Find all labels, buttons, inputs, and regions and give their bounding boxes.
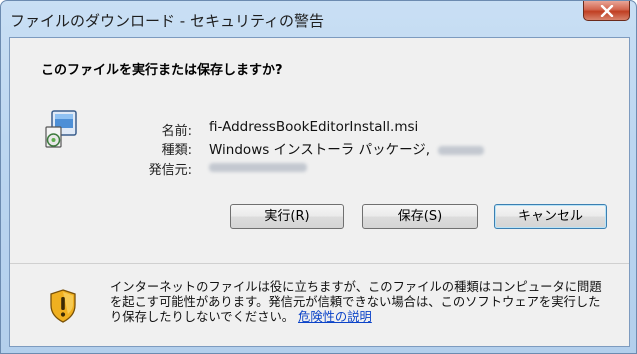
save-button[interactable]: 保存(S): [362, 204, 478, 229]
name-label: 名前:: [161, 124, 192, 139]
run-button[interactable]: 実行(R): [230, 204, 344, 229]
warning-pane: インターネットのファイルは役に立ちますが、このファイルの種類はコンピュータに問題…: [10, 264, 629, 346]
warning-message: インターネットのファイルは役に立ちますが、このファイルの種類はコンピュータに問題…: [110, 280, 610, 325]
close-button[interactable]: [583, 1, 630, 21]
type-label: 種類:: [161, 143, 192, 158]
msi-installer-icon: [45, 110, 77, 148]
file-name-value: fi-AddressBookEditorInstall.msi: [209, 119, 419, 135]
dialog-body: このファイルを実行または保存しますか? 名前: fi-AddressBookEd…: [9, 37, 630, 347]
window-title: ファイルのダウンロード - セキュリティの警告: [10, 12, 325, 30]
redacted-publisher: [209, 162, 307, 172]
redacted-size: [438, 145, 485, 155]
from-label: 発信元:: [148, 163, 192, 178]
dialog-question: このファイルを実行または保存しますか?: [41, 63, 283, 78]
close-icon: [600, 4, 613, 17]
cancel-button[interactable]: キャンセル: [494, 204, 607, 229]
dialog-window: ファイルのダウンロード - セキュリティの警告 このファイルを実行または保存しま…: [0, 0, 637, 354]
shield-warning-icon: [50, 289, 76, 323]
file-info-pane: このファイルを実行または保存しますか? 名前: fi-AddressBookEd…: [10, 38, 629, 263]
file-type-value: Windows インストーラ パッケージ,: [209, 142, 431, 158]
publisher-row: [209, 159, 307, 175]
title-bar[interactable]: ファイルのダウンロード - セキュリティの警告: [1, 1, 636, 37]
risk-explanation-link[interactable]: 危険性の説明: [298, 310, 372, 324]
file-type-row: Windows インストーラ パッケージ,: [209, 138, 485, 158]
